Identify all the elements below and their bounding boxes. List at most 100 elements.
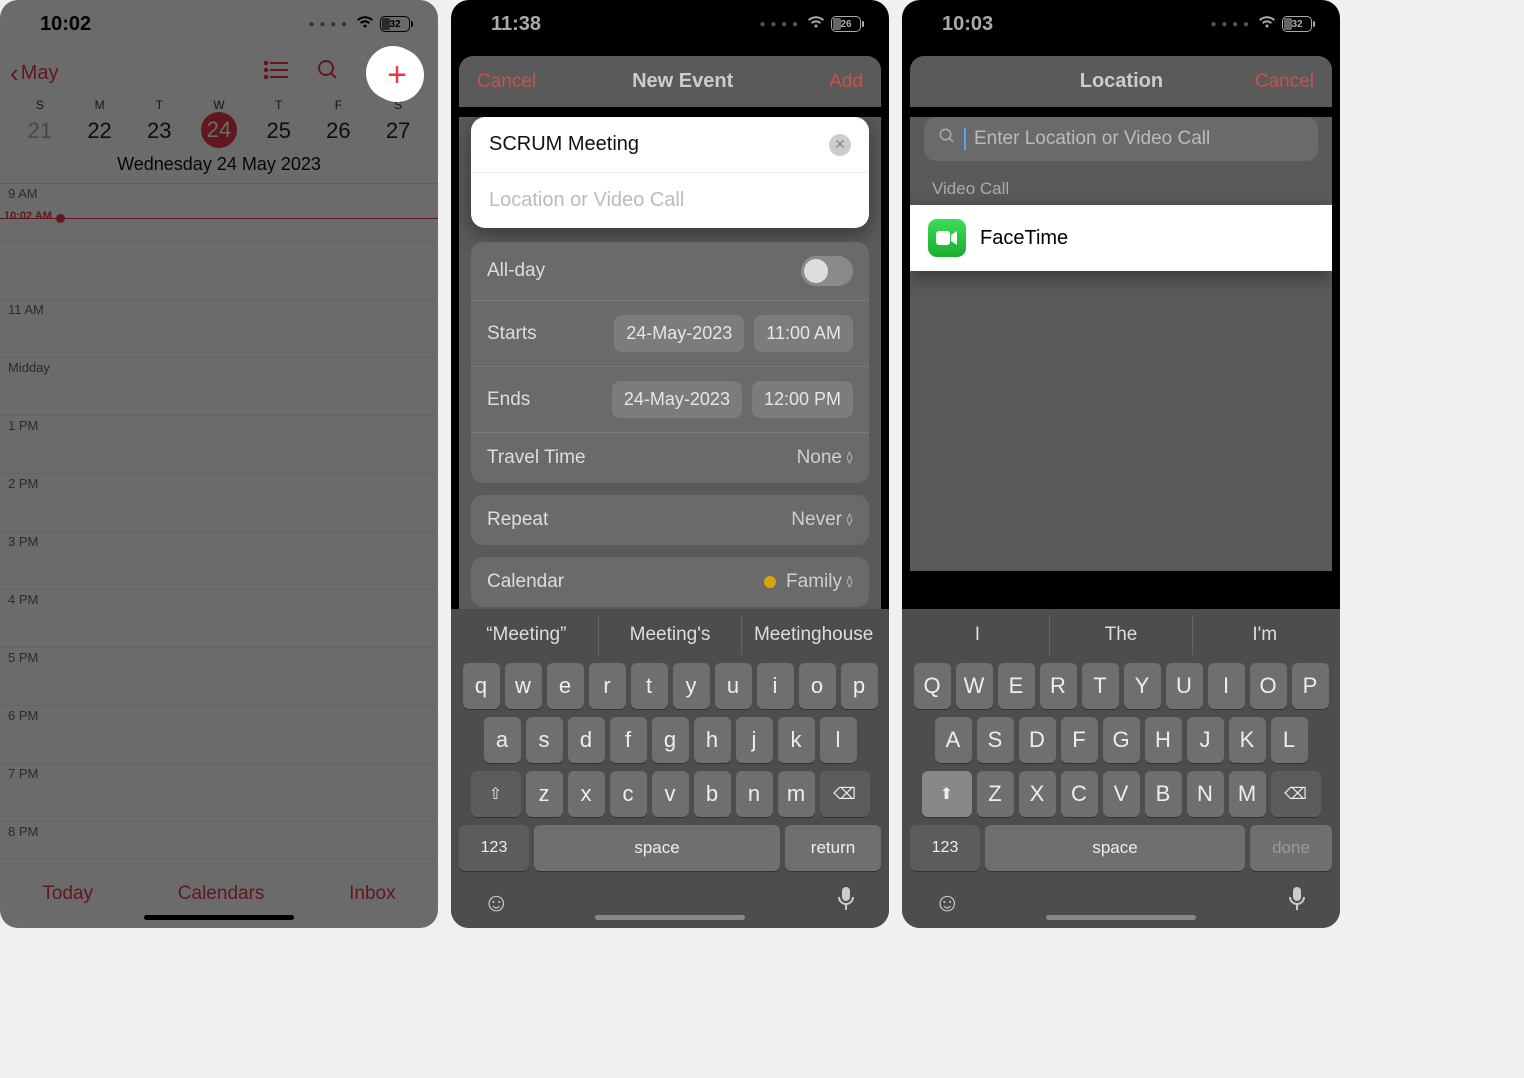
- day-cell[interactable]: 25: [249, 112, 309, 150]
- facetime-option[interactable]: FaceTime: [910, 205, 1332, 271]
- list-view-icon[interactable]: [264, 59, 290, 88]
- day-cell-selected[interactable]: 24: [201, 112, 237, 148]
- key-s[interactable]: s: [526, 717, 563, 763]
- key-p[interactable]: p: [841, 663, 878, 709]
- start-time-chip[interactable]: 11:00 AM: [754, 315, 853, 352]
- calendar-row[interactable]: Calendar Family˄˅: [471, 557, 869, 607]
- key-y[interactable]: y: [673, 663, 710, 709]
- key-e[interactable]: E: [998, 663, 1035, 709]
- suggestion[interactable]: “Meeting”: [455, 615, 599, 655]
- key-b[interactable]: b: [694, 771, 731, 817]
- done-key[interactable]: done: [1250, 825, 1332, 871]
- key-r[interactable]: r: [589, 663, 626, 709]
- dictation-key-icon[interactable]: [1286, 885, 1308, 920]
- day-cell[interactable]: 27: [368, 112, 428, 150]
- key-k[interactable]: K: [1229, 717, 1266, 763]
- suggestion[interactable]: The: [1050, 615, 1194, 655]
- suggestion[interactable]: I: [906, 615, 1050, 655]
- key-w[interactable]: w: [505, 663, 542, 709]
- key-c[interactable]: c: [610, 771, 647, 817]
- start-date-chip[interactable]: 24-May-2023: [614, 315, 744, 352]
- cancel-button[interactable]: Cancel: [1255, 71, 1314, 93]
- return-key[interactable]: return: [785, 825, 881, 871]
- key-c[interactable]: C: [1061, 771, 1098, 817]
- key-s[interactable]: S: [977, 717, 1014, 763]
- key-q[interactable]: q: [463, 663, 500, 709]
- key-v[interactable]: V: [1103, 771, 1140, 817]
- backspace-key[interactable]: ⌫: [1271, 771, 1321, 817]
- space-key[interactable]: space: [985, 825, 1245, 871]
- key-y[interactable]: Y: [1124, 663, 1161, 709]
- home-indicator[interactable]: [1046, 915, 1196, 920]
- day-cell[interactable]: 22: [70, 112, 130, 150]
- key-f[interactable]: F: [1061, 717, 1098, 763]
- location-search-input[interactable]: Enter Location or Video Call: [924, 117, 1318, 161]
- space-key[interactable]: space: [534, 825, 780, 871]
- shift-key[interactable]: ⇧: [471, 771, 521, 817]
- key-k[interactable]: k: [778, 717, 815, 763]
- end-time-chip[interactable]: 12:00 PM: [752, 381, 853, 418]
- key-v[interactable]: v: [652, 771, 689, 817]
- key-l[interactable]: L: [1271, 717, 1308, 763]
- key-z[interactable]: Z: [977, 771, 1014, 817]
- key-w[interactable]: W: [956, 663, 993, 709]
- key-b[interactable]: B: [1145, 771, 1182, 817]
- day-cell[interactable]: 26: [309, 112, 369, 150]
- key-q[interactable]: Q: [914, 663, 951, 709]
- key-u[interactable]: u: [715, 663, 752, 709]
- suggestion[interactable]: Meeting's: [599, 615, 743, 655]
- footer-calendars-button[interactable]: Calendars: [178, 883, 265, 905]
- key-d[interactable]: d: [568, 717, 605, 763]
- key-o[interactable]: O: [1250, 663, 1287, 709]
- search-icon[interactable]: [316, 58, 340, 89]
- back-to-month-button[interactable]: ‹ May: [10, 58, 58, 89]
- key-l[interactable]: l: [820, 717, 857, 763]
- key-o[interactable]: o: [799, 663, 836, 709]
- key-x[interactable]: x: [568, 771, 605, 817]
- dictation-key-icon[interactable]: [835, 885, 857, 920]
- key-a[interactable]: a: [484, 717, 521, 763]
- key-m[interactable]: m: [778, 771, 815, 817]
- key-h[interactable]: H: [1145, 717, 1182, 763]
- allday-toggle[interactable]: [801, 256, 853, 286]
- repeat-row[interactable]: Repeat Never˄˅: [471, 495, 869, 545]
- key-r[interactable]: R: [1040, 663, 1077, 709]
- key-g[interactable]: G: [1103, 717, 1140, 763]
- backspace-key[interactable]: ⌫: [820, 771, 870, 817]
- key-i[interactable]: I: [1208, 663, 1245, 709]
- key-x[interactable]: X: [1019, 771, 1056, 817]
- suggestion[interactable]: Meetinghouse: [742, 615, 885, 655]
- key-z[interactable]: z: [526, 771, 563, 817]
- footer-inbox-button[interactable]: Inbox: [349, 883, 395, 905]
- key-e[interactable]: e: [547, 663, 584, 709]
- key-n[interactable]: n: [736, 771, 773, 817]
- numbers-key[interactable]: 123: [910, 825, 980, 871]
- key-i[interactable]: i: [757, 663, 794, 709]
- key-p[interactable]: P: [1292, 663, 1329, 709]
- emoji-key-icon[interactable]: ☺: [934, 887, 961, 918]
- day-cell[interactable]: 23: [129, 112, 189, 150]
- key-d[interactable]: D: [1019, 717, 1056, 763]
- key-u[interactable]: U: [1166, 663, 1203, 709]
- shift-key[interactable]: ⬆: [922, 771, 972, 817]
- clear-text-icon[interactable]: ✕: [829, 134, 851, 156]
- event-title-field[interactable]: SCRUM Meeting ✕: [471, 117, 869, 173]
- key-j[interactable]: j: [736, 717, 773, 763]
- key-n[interactable]: N: [1187, 771, 1224, 817]
- key-a[interactable]: A: [935, 717, 972, 763]
- home-indicator[interactable]: [144, 915, 294, 920]
- cancel-button[interactable]: Cancel: [477, 71, 536, 93]
- add-button[interactable]: Add: [829, 71, 863, 93]
- travel-time-row[interactable]: Travel Time None˄˅: [471, 433, 869, 483]
- key-t[interactable]: T: [1082, 663, 1119, 709]
- key-t[interactable]: t: [631, 663, 668, 709]
- key-j[interactable]: J: [1187, 717, 1224, 763]
- add-event-button-highlight[interactable]: +: [370, 48, 424, 102]
- emoji-key-icon[interactable]: ☺: [483, 887, 510, 918]
- key-m[interactable]: M: [1229, 771, 1266, 817]
- event-location-field[interactable]: Location or Video Call: [471, 173, 869, 228]
- key-g[interactable]: g: [652, 717, 689, 763]
- home-indicator[interactable]: [595, 915, 745, 920]
- key-h[interactable]: h: [694, 717, 731, 763]
- footer-today-button[interactable]: Today: [42, 883, 93, 905]
